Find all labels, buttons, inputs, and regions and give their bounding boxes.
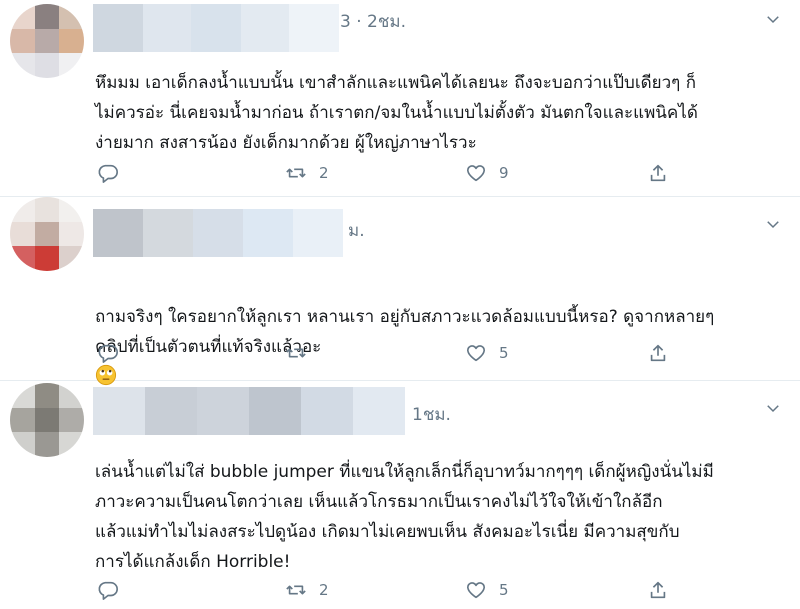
retweet-count: 2 (319, 581, 329, 599)
tweet-timestamp[interactable]: ม. (348, 217, 365, 244)
share-icon (650, 581, 666, 599)
like-button[interactable]: 5 (465, 337, 509, 369)
reply-button[interactable] (97, 337, 119, 369)
retweet-icon (286, 585, 306, 595)
chevron-down-icon[interactable] (764, 399, 782, 417)
share-button[interactable] (647, 157, 669, 189)
tweet-timestamp[interactable]: 3 · 2ชม. (340, 8, 406, 35)
avatar[interactable] (10, 197, 84, 271)
tweet-text: เล่นน้ำแต่ไม่ใส่ bubble jumper ที่แขนให้… (95, 462, 714, 572)
tweet-text: ถามจริงๆ ใครอยากให้ลูกเรา หลานเรา อยู่กั… (95, 272, 785, 392)
retweet-button[interactable] (285, 337, 319, 369)
tweet-timestamp[interactable]: 1ชม. (412, 401, 451, 428)
tweet-text: หึมมม เอาเด็กลงน้ำแบบนั้น เขาสำลักและแพน… (95, 73, 698, 153)
like-icon (466, 345, 486, 362)
reply-button[interactable] (97, 574, 119, 606)
avatar[interactable] (10, 383, 84, 457)
tweet-actions: 2 5 (95, 574, 785, 606)
tweet-actions: 5 (95, 337, 785, 369)
chevron-down-icon[interactable] (764, 215, 782, 233)
chevron-down-icon[interactable] (764, 10, 782, 28)
tweet-3[interactable]: 1ชม. เล่นน้ำแต่ไม่ใส่ bubble jumper ที่แ… (0, 381, 800, 609)
share-icon (650, 344, 666, 362)
retweet-count: 2 (319, 164, 329, 182)
share-button[interactable] (647, 574, 669, 606)
like-icon (466, 165, 486, 182)
share-button[interactable] (647, 337, 669, 369)
retweet-button[interactable]: 2 (285, 157, 329, 189)
retweet-icon (286, 168, 306, 178)
like-icon (466, 582, 486, 599)
author-name-blurred[interactable] (93, 209, 343, 257)
like-count: 5 (499, 581, 509, 599)
reply-icon (98, 164, 118, 183)
tweet-1[interactable]: 3 · 2ชม. หึมมม เอาเด็กลงน้ำแบบนั้น เขาสำ… (0, 0, 800, 197)
tweet-2[interactable]: ม. ถามจริงๆ ใครอยากให้ลูกเรา หลานเรา อยู… (0, 197, 800, 386)
author-name-blurred[interactable] (93, 4, 339, 52)
like-button[interactable]: 9 (465, 157, 509, 189)
avatar[interactable] (10, 4, 84, 78)
reply-button[interactable] (97, 157, 119, 189)
reply-icon (98, 581, 118, 600)
retweet-button[interactable]: 2 (285, 574, 329, 606)
retweet-icon (286, 348, 306, 358)
like-count: 9 (499, 164, 509, 182)
like-count: 5 (499, 344, 509, 362)
share-icon (650, 164, 666, 182)
author-name-blurred[interactable] (93, 387, 405, 435)
tweet-actions: 2 9 (95, 157, 785, 189)
like-button[interactable]: 5 (465, 574, 509, 606)
reply-icon (98, 344, 118, 363)
